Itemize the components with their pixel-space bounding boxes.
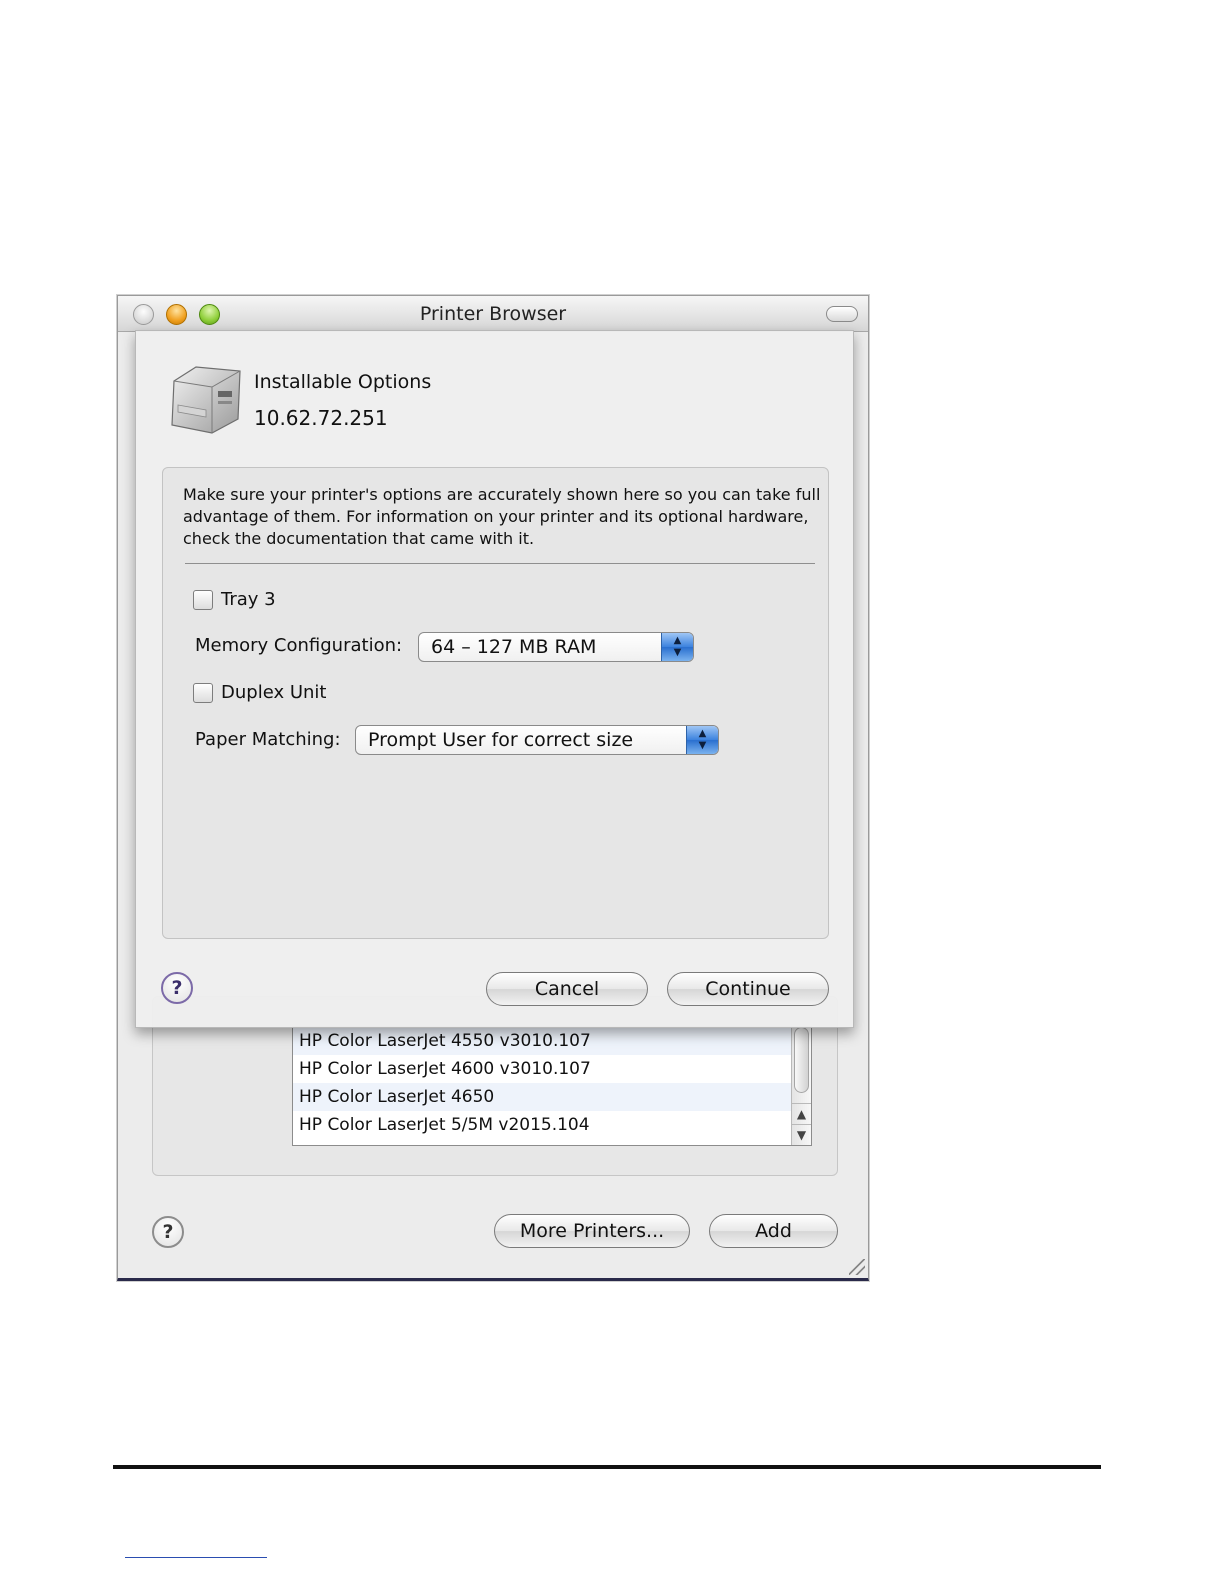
up-down-arrows-icon: ▲ ▼ bbox=[661, 633, 693, 661]
tray3-option[interactable]: Tray 3 bbox=[193, 589, 276, 610]
list-scrollbar[interactable]: ▲ ▼ bbox=[791, 1027, 811, 1145]
title-bar[interactable]: Printer Browser bbox=[118, 296, 868, 332]
laser-printer-icon bbox=[171, 366, 241, 434]
tray3-label: Tray 3 bbox=[221, 589, 276, 610]
memory-configuration-select[interactable]: 64 – 127 MB RAM ▲ ▼ bbox=[418, 632, 694, 662]
footer-rule bbox=[125, 1557, 267, 1558]
sheet-help-button[interactable]: ? bbox=[161, 972, 193, 1004]
window-title: Printer Browser bbox=[419, 303, 567, 325]
duplex-checkbox[interactable] bbox=[193, 682, 213, 703]
scroll-down-icon[interactable]: ▼ bbox=[792, 1124, 811, 1144]
toolbar-toggle-button[interactable] bbox=[826, 306, 858, 322]
options-group: Make sure your printer's options are acc… bbox=[162, 467, 829, 939]
installable-options-sheet: Installable Options 10.62.72.251 Make su… bbox=[135, 330, 854, 1028]
printer-list-item[interactable]: HP Color LaserJet 5/5M v2015.104 bbox=[293, 1111, 811, 1139]
divider bbox=[185, 563, 815, 564]
page-divider bbox=[113, 1465, 1101, 1469]
memory-configuration-value: 64 – 127 MB RAM bbox=[431, 636, 597, 658]
printer-list-item[interactable]: HP Color LaserJet 4650 bbox=[293, 1083, 811, 1111]
more-printers-button[interactable]: More Printers... bbox=[494, 1214, 690, 1248]
cancel-button[interactable]: Cancel bbox=[486, 972, 648, 1006]
paper-matching-select[interactable]: Prompt User for correct size ▲ ▼ bbox=[355, 725, 719, 755]
duplex-label: Duplex Unit bbox=[221, 682, 327, 703]
instructions-text: Make sure your printer's options are acc… bbox=[183, 485, 821, 548]
resize-grip-icon[interactable] bbox=[849, 1259, 865, 1275]
printer-list-item[interactable]: HP Color LaserJet 4600 v3010.107 bbox=[293, 1055, 811, 1083]
sheet-title: Installable Options bbox=[254, 371, 432, 393]
printer-address: 10.62.72.251 bbox=[254, 406, 388, 430]
printer-list-item[interactable]: HP Color LaserJet 4550 v3010.107 bbox=[293, 1027, 811, 1055]
paper-matching-value: Prompt User for correct size bbox=[368, 729, 634, 751]
memory-configuration-label: Memory Configuration: bbox=[195, 635, 403, 656]
paper-matching-label: Paper Matching: bbox=[195, 729, 341, 750]
scroll-up-icon[interactable]: ▲ bbox=[792, 1103, 811, 1123]
tray3-checkbox[interactable] bbox=[193, 589, 213, 610]
window-help-button[interactable]: ? bbox=[152, 1216, 184, 1248]
up-down-arrows-icon: ▲ ▼ bbox=[686, 726, 718, 754]
continue-button[interactable]: Continue bbox=[667, 972, 829, 1006]
printer-list[interactable]: HP Color LaserJet 4550 v3010.107 HP Colo… bbox=[292, 1026, 812, 1146]
scroll-thumb[interactable] bbox=[794, 1027, 809, 1093]
add-button[interactable]: Add bbox=[709, 1214, 838, 1248]
duplex-option[interactable]: Duplex Unit bbox=[193, 682, 326, 703]
